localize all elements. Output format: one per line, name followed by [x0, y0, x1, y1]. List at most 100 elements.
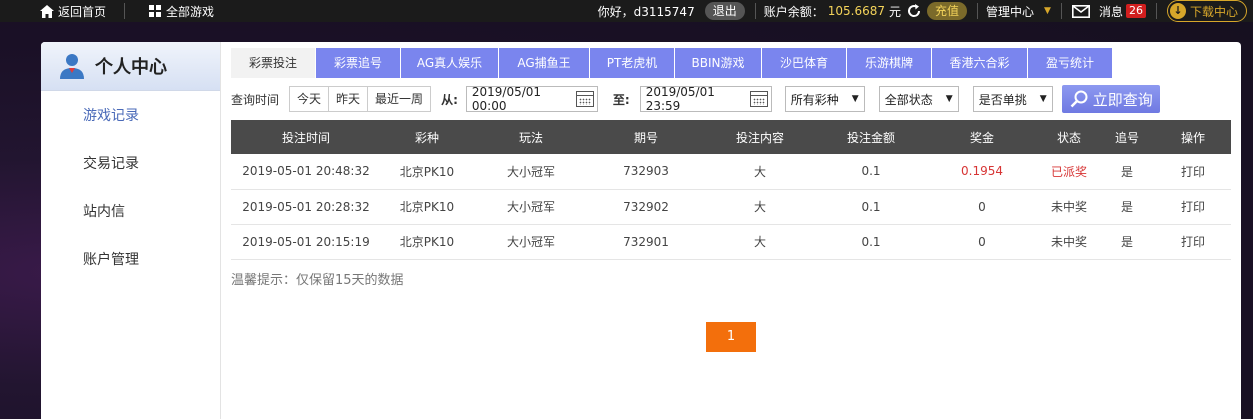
logout-button[interactable]: 退出 — [704, 2, 745, 20]
grid-icon — [149, 5, 162, 17]
download-center-label: 下载中心 — [1189, 4, 1238, 19]
bet-amount-cell: 0.1 — [861, 164, 881, 179]
home-label: 返回首页 — [58, 4, 107, 19]
column-header: 彩种 — [414, 130, 439, 145]
sidebar-header: 个人中心 — [41, 42, 220, 91]
messages-link[interactable]: 消息 26 — [1071, 3, 1146, 20]
play-type-cell: 大小冠军 — [506, 235, 555, 249]
tab-bbin-games[interactable]: BBIN游戏 — [675, 48, 761, 78]
print-link[interactable]: 打印 — [1155, 154, 1231, 189]
table-row: 2019-05-01 20:28:32 北京PK10 大小冠军 732902 大… — [231, 189, 1231, 224]
prize-cell: 0 — [978, 199, 986, 214]
lottery-cell: 北京PK10 — [399, 164, 455, 179]
column-header: 投注时间 — [281, 130, 330, 145]
bet-amount-cell: 0.1 — [861, 234, 881, 249]
to-date-input[interactable]: 2019/05/01 23:59 — [639, 85, 772, 113]
manage-center-label: 管理中心 — [986, 4, 1035, 19]
bet-content-cell: 大 — [753, 164, 766, 179]
sidebar-title: 个人中心 — [95, 57, 167, 78]
home-icon — [40, 4, 54, 18]
messages-label: 消息 — [1098, 4, 1123, 19]
chase-cell: 是 — [1120, 235, 1133, 249]
manage-center-link[interactable]: 管理中心 ▼ — [986, 3, 1051, 20]
to-label: 至: — [612, 92, 630, 107]
status-cell: 未中奖 — [1050, 235, 1087, 249]
sidebar-item-transaction-records[interactable]: 交易记录 — [41, 140, 220, 188]
lottery-cell: 北京PK10 — [399, 200, 455, 214]
print-link[interactable]: 打印 — [1155, 189, 1231, 224]
range-yesterday-button[interactable]: 昨天 — [329, 87, 369, 111]
refresh-icon[interactable] — [907, 4, 921, 18]
user-icon — [60, 54, 84, 79]
recharge-button[interactable]: 充值 — [927, 2, 968, 20]
play-type-cell: 大小冠军 — [506, 164, 555, 179]
balance-value: 105.6687 — [827, 4, 885, 18]
all-games-label: 全部游戏 — [166, 4, 215, 19]
divider — [977, 3, 979, 19]
pagination-page-1[interactable]: 1 — [706, 322, 756, 352]
to-date-value: 2019/05/01 23:59 — [645, 85, 715, 113]
lottery-cell: 北京PK10 — [399, 235, 455, 249]
play-type-cell: 大小冠军 — [506, 200, 555, 214]
query-time-label: 查询时间 — [231, 92, 280, 107]
column-header: 期号 — [633, 130, 658, 145]
tab-ag-fishing[interactable]: AG捕鱼王 — [499, 48, 589, 78]
content-area: 彩票投注 彩票追号 AG真人娱乐 AG捕鱼王 PT老虎机 BBIN游戏 沙巴体育… — [231, 48, 1231, 352]
issue-cell: 732902 — [623, 199, 669, 214]
sidebar-item-game-records[interactable]: 游戏记录 — [41, 92, 220, 140]
main-panel: 个人中心 游戏记录 交易记录 站内信 账户管理 彩票投注 彩票追号 AG真人娱乐… — [41, 42, 1241, 419]
tab-lottery-chase[interactable]: 彩票追号 — [316, 48, 400, 78]
status-value: 全部状态 — [884, 92, 933, 107]
tab-profit-stats[interactable]: 盈亏统计 — [1028, 48, 1112, 78]
divider — [1060, 3, 1062, 19]
calendar-icon[interactable] — [576, 91, 594, 107]
caret-down-icon: ▼ — [1044, 6, 1051, 16]
download-center-button[interactable]: ↓ 下载中心 — [1166, 0, 1247, 22]
tab-hk-mark-six[interactable]: 香港六合彩 — [932, 48, 1027, 78]
table-header-row: 投注时间 彩种 玩法 期号 投注内容 投注金额 奖金 状态 追号 操作 — [231, 120, 1231, 154]
table-row: 2019-05-01 20:48:32 北京PK10 大小冠军 732903 大… — [231, 154, 1231, 189]
column-header: 操作 — [1180, 130, 1205, 145]
home-link[interactable]: 返回首页 — [40, 3, 106, 20]
status-select[interactable]: 全部状态 ▼ — [878, 86, 959, 112]
query-button[interactable]: 立即查询 — [1061, 85, 1160, 113]
divider — [124, 3, 126, 19]
bet-content-cell: 大 — [753, 200, 766, 214]
search-icon — [1070, 90, 1088, 108]
sidebar-item-inbox[interactable]: 站内信 — [41, 188, 220, 236]
single-bet-value: 是否单挑 — [978, 92, 1027, 107]
sidebar-item-account-management[interactable]: 账户管理 — [41, 236, 220, 284]
column-header: 投注内容 — [735, 130, 784, 145]
lottery-type-value: 所有彩种 — [790, 92, 839, 107]
status-cell: 未中奖 — [1050, 200, 1087, 214]
tab-leyou-chess[interactable]: 乐游棋牌 — [847, 48, 931, 78]
range-today-button[interactable]: 今天 — [290, 87, 330, 111]
prize-cell: 0.1954 — [961, 164, 1003, 179]
from-date-value: 2019/05/01 00:00 — [471, 85, 542, 113]
column-header: 追号 — [1114, 130, 1139, 145]
quick-range-group: 今天 昨天 最近一周 — [289, 86, 432, 112]
all-games-link[interactable]: 全部游戏 — [149, 3, 214, 20]
print-link[interactable]: 打印 — [1155, 224, 1231, 259]
bet-time-cell: 2019-05-01 20:15:19 — [242, 234, 370, 249]
chase-cell: 是 — [1120, 200, 1133, 214]
tab-ag-live[interactable]: AG真人娱乐 — [401, 48, 498, 78]
caret-down-icon: ▼ — [1039, 94, 1047, 104]
bets-table: 投注时间 彩种 玩法 期号 投注内容 投注金额 奖金 状态 追号 操作 2019… — [231, 120, 1231, 260]
from-date-input[interactable]: 2019/05/01 00:00 — [465, 85, 598, 113]
range-last-week-button[interactable]: 最近一周 — [368, 87, 431, 111]
bet-time-cell: 2019-05-01 20:28:32 — [242, 199, 370, 214]
calendar-icon[interactable] — [750, 91, 768, 107]
filter-bar: 查询时间 今天 昨天 最近一周 从: 2019/05/01 00:00 至: 2… — [231, 84, 1231, 114]
caret-down-icon: ▼ — [945, 94, 953, 104]
tab-pt-slots[interactable]: PT老虎机 — [590, 48, 674, 78]
column-header: 状态 — [1056, 130, 1081, 145]
tab-lottery-bets[interactable]: 彩票投注 — [231, 48, 315, 78]
tab-saba-sports[interactable]: 沙巴体育 — [762, 48, 846, 78]
single-bet-select[interactable]: 是否单挑 ▼ — [972, 86, 1053, 112]
issue-cell: 732903 — [623, 164, 669, 179]
tab-bar: 彩票投注 彩票追号 AG真人娱乐 AG捕鱼王 PT老虎机 BBIN游戏 沙巴体育… — [231, 48, 1231, 78]
messages-count-badge: 26 — [1125, 4, 1146, 18]
lottery-type-select[interactable]: 所有彩种 ▼ — [784, 86, 865, 112]
download-icon: ↓ — [1169, 3, 1186, 19]
